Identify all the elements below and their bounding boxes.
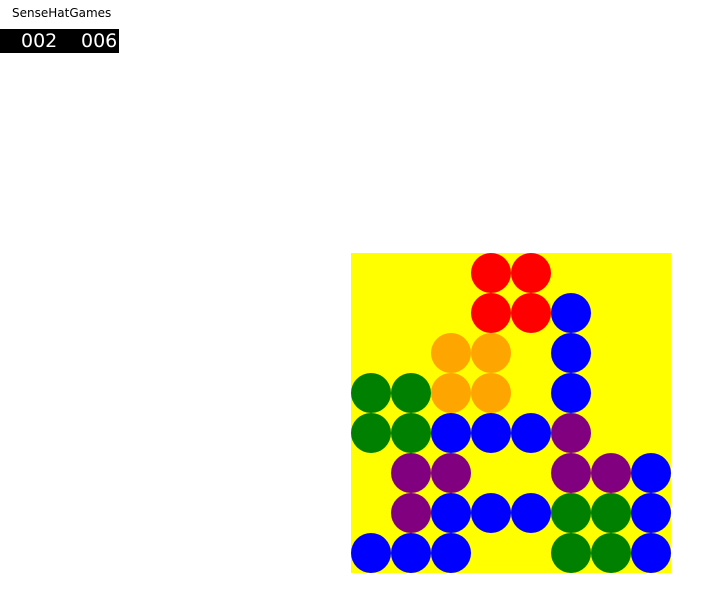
led-green — [351, 413, 391, 453]
led-blue — [631, 533, 671, 573]
led-blue — [511, 493, 551, 533]
led-blue — [631, 453, 671, 493]
led-red — [511, 253, 551, 293]
app-title: SenseHatGames — [12, 6, 112, 20]
led-blue — [391, 533, 431, 573]
led-blue — [431, 493, 471, 533]
led-blue — [551, 333, 591, 373]
led-blue — [551, 373, 591, 413]
led-blue — [471, 493, 511, 533]
led-green — [551, 533, 591, 573]
led-purple — [591, 453, 631, 493]
led-orange — [471, 373, 511, 413]
score-right: 006 — [81, 30, 118, 52]
led-orange — [431, 373, 471, 413]
led-purple — [551, 453, 591, 493]
led-blue — [431, 413, 471, 453]
led-blue — [471, 413, 511, 453]
led-green — [551, 493, 591, 533]
led-green — [591, 493, 631, 533]
led-purple — [551, 413, 591, 453]
score-bar: 002 006 — [0, 29, 119, 53]
led-orange — [431, 333, 471, 373]
led-purple — [431, 453, 471, 493]
led-blue — [431, 533, 471, 573]
led-blue — [351, 533, 391, 573]
led-green — [591, 533, 631, 573]
led-green — [391, 373, 431, 413]
led-purple — [391, 453, 431, 493]
led-blue — [511, 413, 551, 453]
led-orange — [471, 333, 511, 373]
led-red — [471, 253, 511, 293]
led-red — [511, 293, 551, 333]
led-blue — [551, 293, 591, 333]
led-green — [351, 373, 391, 413]
game-board[interactable] — [351, 253, 671, 573]
led-red — [471, 293, 511, 333]
led-blue — [631, 493, 671, 533]
led-purple — [391, 493, 431, 533]
led-green — [391, 413, 431, 453]
score-left: 002 — [21, 30, 58, 52]
